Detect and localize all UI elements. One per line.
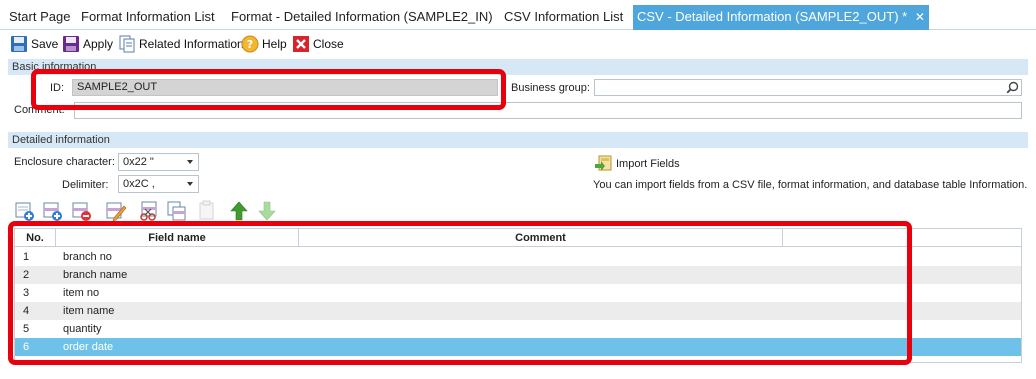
help-button[interactable]: ? Help <box>241 33 287 55</box>
business-group-field[interactable] <box>594 79 1022 96</box>
delimiter-label: Delimiter: <box>62 179 109 191</box>
help-label: Help <box>262 37 287 51</box>
delete-field-icon[interactable] <box>71 200 93 222</box>
apply-label: Apply <box>83 37 114 51</box>
paste-field-icon[interactable] <box>196 200 218 222</box>
save-button[interactable]: Save <box>10 33 58 55</box>
enclosure-character-select[interactable]: 0x22 " <box>118 153 199 171</box>
related-information-label: Related Information <box>139 37 244 51</box>
move-up-icon[interactable] <box>228 200 250 222</box>
import-fields-label: Import Fields <box>616 158 680 170</box>
related-information-button[interactable]: Related Information <box>118 33 244 55</box>
enclosure-character-label: Enclosure character: <box>14 156 115 168</box>
insert-field-icon[interactable] <box>42 200 64 222</box>
tab-bar: Start Page Format Information List Forma… <box>0 0 1036 30</box>
detailed-information-header: Detailed information <box>8 132 1028 148</box>
add-field-icon[interactable] <box>14 200 36 222</box>
move-down-icon[interactable] <box>256 200 278 222</box>
close-button[interactable]: Close <box>292 33 344 55</box>
apply-button[interactable]: Apply <box>62 33 113 55</box>
fields-table-highlight-box <box>8 221 912 365</box>
import-fields-button[interactable]: Import Fields <box>593 154 680 174</box>
search-icon[interactable] <box>1006 81 1019 94</box>
tab-csv-detailed-information[interactable]: CSV - Detailed Information (SAMPLE2_OUT)… <box>633 5 929 30</box>
import-fields-description: You can import fields from a CSV file, f… <box>593 179 1028 191</box>
delimiter-value: 0x2C , <box>123 178 155 190</box>
close-label: Close <box>313 37 344 51</box>
svg-text:?: ? <box>247 38 253 51</box>
edit-field-icon[interactable] <box>105 200 127 222</box>
close-icon <box>293 36 309 52</box>
tab-label: CSV - Detailed Information (SAMPLE2_OUT)… <box>637 9 908 24</box>
save-label: Save <box>31 37 59 51</box>
apply-icon <box>63 36 79 52</box>
copy-field-icon[interactable] <box>166 200 188 222</box>
tab-format-information-list[interactable]: Format Information List <box>81 6 215 28</box>
related-information-icon <box>119 35 135 53</box>
enclosure-character-value: 0x22 " <box>123 156 154 168</box>
help-icon: ? <box>241 35 259 53</box>
business-group-label: Business group: <box>511 82 590 94</box>
chevron-down-icon <box>187 182 193 186</box>
tab-start-page[interactable]: Start Page <box>9 6 70 28</box>
cut-field-icon[interactable] <box>138 200 160 222</box>
tab-csv-information-list[interactable]: CSV Information List <box>504 6 623 28</box>
close-tab-icon[interactable]: ✕ <box>915 5 925 29</box>
toolbar: Save Apply Related Information ? Help Cl… <box>0 31 1036 57</box>
chevron-down-icon <box>187 160 193 164</box>
id-highlight-box <box>31 69 506 110</box>
delimiter-select[interactable]: 0x2C , <box>118 175 199 193</box>
import-fields-icon <box>595 155 612 171</box>
tab-format-detailed-information[interactable]: Format - Detailed Information (SAMPLE2_I… <box>231 6 493 28</box>
save-icon <box>11 36 27 52</box>
